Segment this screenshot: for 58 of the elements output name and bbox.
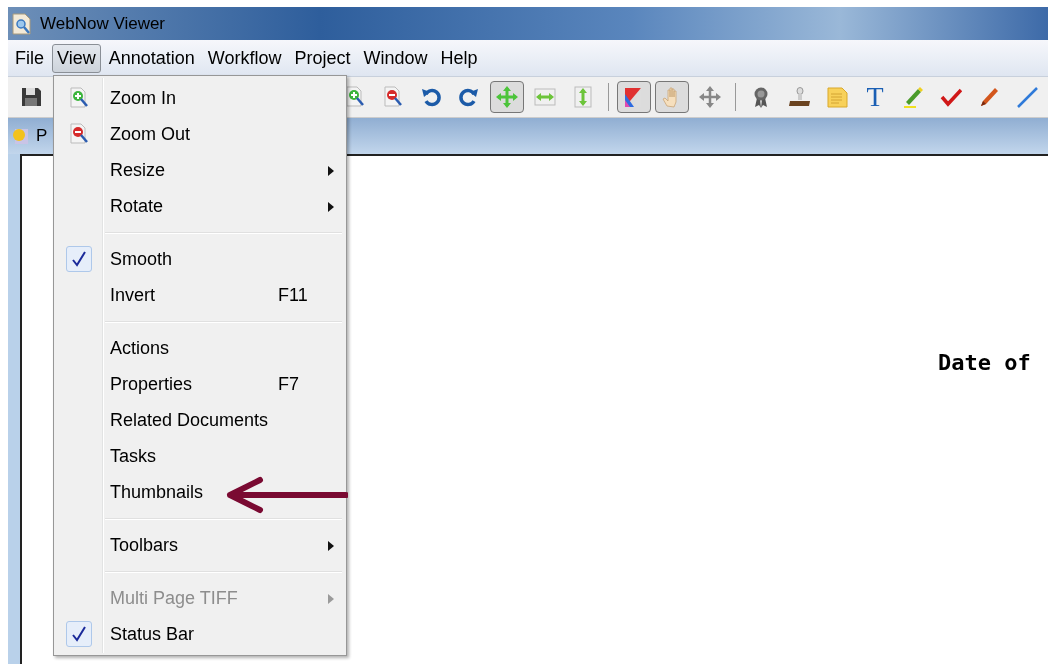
document-icon <box>12 127 30 145</box>
app-icon <box>12 12 32 35</box>
menu-option-label: Rotate <box>109 195 165 217</box>
menu-option-label: Zoom Out <box>109 123 192 145</box>
shortcut-label: F7 <box>278 373 300 395</box>
zoom-out-icon <box>67 123 90 145</box>
menu-option-label: Zoom In <box>109 87 178 109</box>
menu-option[interactable]: Zoom Out <box>54 116 346 152</box>
menu-option[interactable]: Zoom In <box>54 80 346 116</box>
menu-option[interactable]: Resize <box>54 152 346 188</box>
menu-option[interactable]: Rotate <box>54 188 346 224</box>
stamp-icon <box>788 86 810 108</box>
four-way-arrow-icon <box>496 86 518 108</box>
menu-item[interactable]: View <box>52 43 101 73</box>
menu-option[interactable]: Related Documents <box>54 402 346 438</box>
menu-option-label: Actions <box>109 337 171 359</box>
menu-item[interactable]: Workflow <box>202 43 287 73</box>
rotate-left-icon <box>420 86 442 108</box>
menu-option-label: Tasks <box>109 445 157 467</box>
pen-icon <box>978 86 1000 108</box>
note-icon <box>826 86 848 108</box>
menu-option-label: Invert <box>109 284 157 306</box>
menu-item[interactable]: Help <box>435 43 483 73</box>
menu-item[interactable]: File <box>10 43 49 73</box>
line-icon <box>1016 86 1038 108</box>
window-title: WebNow Viewer <box>40 13 166 34</box>
menu-item[interactable]: Annotation <box>103 43 200 73</box>
menu-option-label: Status Bar <box>109 623 196 645</box>
document-text: Date of <box>938 350 1031 375</box>
move-icon <box>699 86 721 108</box>
check-icon <box>940 86 962 108</box>
rotate-right-icon <box>458 86 480 108</box>
menu-option[interactable]: Smooth <box>54 241 346 277</box>
zoom-in-icon <box>67 87 90 109</box>
menu-option[interactable]: Thumbnails <box>54 474 346 510</box>
fit-height-icon <box>572 86 594 108</box>
highlighter-icon <box>902 86 924 108</box>
menu-item[interactable]: Project <box>289 43 356 73</box>
menu-option[interactable]: Status Bar <box>54 616 346 652</box>
document-tab[interactable]: P <box>12 126 48 146</box>
save-icon <box>20 86 42 108</box>
menu-option[interactable]: Properties F7 <box>54 366 346 402</box>
menu-option-label: Properties <box>109 373 194 395</box>
menu-item[interactable]: Window <box>358 43 433 73</box>
menu-option-label: Smooth <box>109 248 174 270</box>
menu-option[interactable]: Tasks <box>54 438 346 474</box>
menu-option[interactable]: Toolbars <box>54 527 346 563</box>
menu-option-label: Toolbars <box>109 534 180 556</box>
fit-width-icon <box>534 86 556 108</box>
menu-option[interactable]: Actions <box>54 330 346 366</box>
menu-option-label: Resize <box>109 159 167 181</box>
text-tool-button[interactable]: T <box>858 81 892 113</box>
menu-option-label: Related Documents <box>109 409 270 431</box>
menu-option-label: Multi Page TIFF <box>109 587 239 609</box>
shortcut-label: F11 <box>278 284 309 306</box>
menu-option-label: Thumbnails <box>109 481 205 503</box>
menu-option[interactable]: Invert F11 <box>54 277 346 313</box>
zoom-out-icon <box>382 86 404 108</box>
